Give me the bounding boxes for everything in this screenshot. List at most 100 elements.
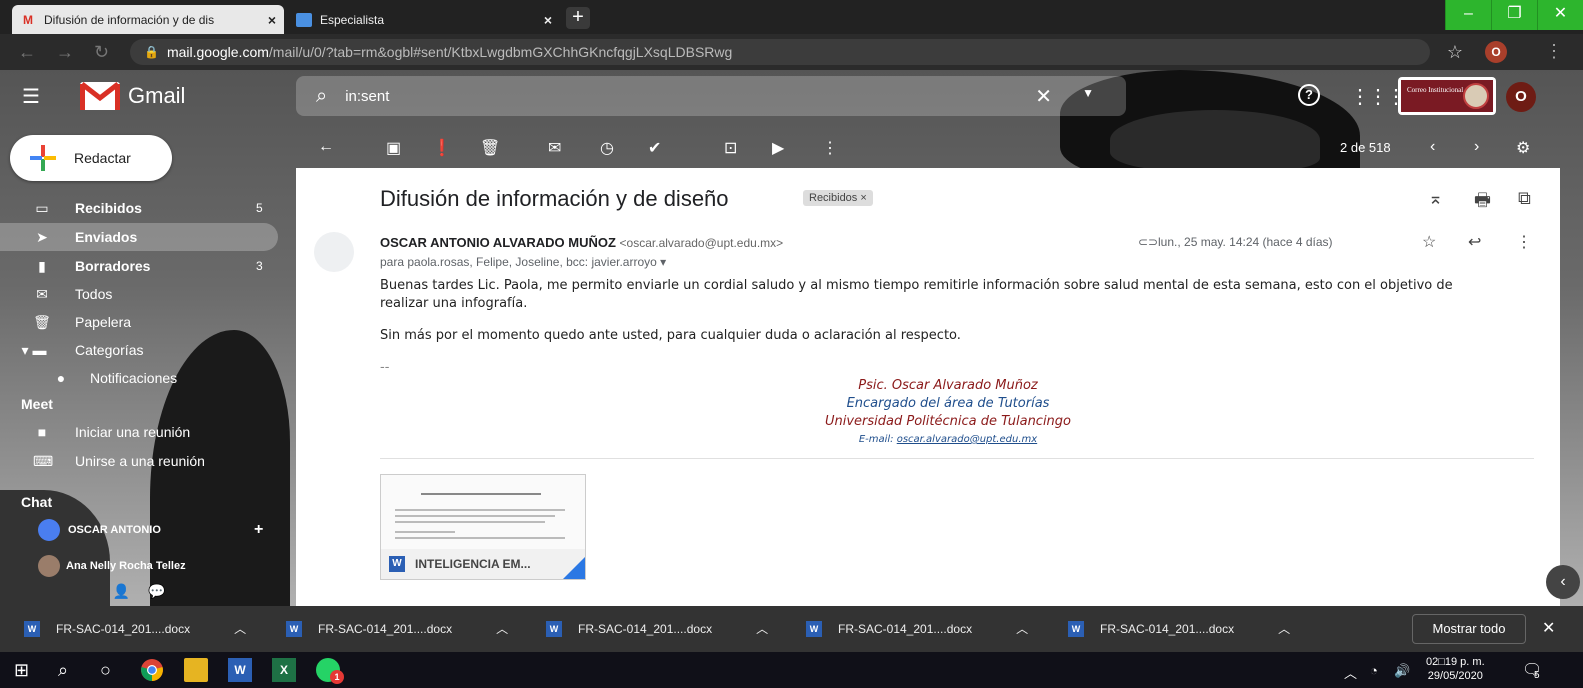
chat-bubble-icon[interactable]: 💬 [148, 583, 165, 600]
back-icon[interactable]: ← [18, 42, 36, 63]
apps-grid-icon[interactable]: ⋮⋮⋮ [1350, 84, 1406, 109]
older-icon[interactable]: › [1474, 138, 1479, 156]
close-icon[interactable]: × [544, 12, 552, 28]
chevron-up-icon[interactable]: ︿ [756, 620, 768, 637]
side-panel-toggle-icon[interactable]: ‹ [1546, 565, 1580, 599]
meet-join-meeting[interactable]: ⌨ Unirse a una reunión [0, 447, 278, 475]
sidebar-item-label: Recibidos [75, 200, 142, 216]
search-icon[interactable]: ⌕ [316, 85, 327, 108]
clear-search-icon[interactable]: ✕ [1035, 84, 1052, 109]
word-icon: W [389, 556, 405, 572]
open-new-window-icon[interactable]: ⧉ [1518, 188, 1531, 209]
doc-preview-line [395, 515, 555, 517]
download-item[interactable]: W FR-SAC-014_201....docx ︿ [286, 620, 508, 637]
reply-icon[interactable]: ↩ [1468, 232, 1481, 252]
help-icon[interactable]: ? [1298, 84, 1320, 106]
more-options-icon[interactable]: ⋮ [822, 138, 838, 158]
sidebar-item-label: Papelera [75, 314, 132, 330]
attachment-clip-icon: ⊂⊃ [1138, 235, 1159, 249]
message-menu-icon[interactable]: ⋮ [1516, 232, 1532, 252]
forward-icon[interactable]: → [56, 42, 74, 63]
windows-start-icon[interactable]: ⊞ [14, 660, 29, 681]
label-chip[interactable]: Recibidos × [803, 190, 873, 206]
chevron-up-icon[interactable]: ︿ [1278, 620, 1290, 637]
meet-start-meeting[interactable]: ■ Iniciar una reunión [0, 418, 278, 446]
compose-button[interactable]: Redactar [10, 135, 172, 181]
sidebar-item-notificaciones[interactable]: ● Notificaciones [0, 364, 278, 392]
sidebar-item-enviados[interactable]: ➤ Enviados [0, 223, 278, 251]
brand-text: Correo Institucional [1407, 86, 1464, 94]
search-input[interactable] [345, 87, 946, 105]
tab-especialista[interactable]: Especialista × [288, 5, 560, 34]
report-spam-icon[interactable]: ❗ [432, 138, 452, 158]
labels-icon[interactable]: ▶ [772, 138, 784, 158]
word-app-icon[interactable]: W [228, 658, 252, 682]
download-item[interactable]: W FR-SAC-014_201....docx ︿ [806, 620, 1028, 637]
close-download-shelf-icon[interactable]: ✕ [1542, 618, 1555, 638]
tab-gmail[interactable]: M Difusión de información y de dis × [12, 5, 284, 34]
volume-icon[interactable]: 🔊 [1394, 663, 1410, 679]
mail-icon: ✉ [36, 285, 48, 302]
file-explorer-icon[interactable] [184, 658, 208, 682]
account-avatar[interactable]: O [1506, 82, 1536, 112]
gmail-app: ☰ Gmail ⌕ ✕ ▼ ? ⋮⋮⋮ Correo Institucional… [0, 70, 1583, 606]
message-view: Difusión de información y de diseño Reci… [296, 168, 1560, 606]
sidebar-item-borradores[interactable]: ▮ Borradores 3 [0, 252, 278, 280]
sidebar-item-papelera[interactable]: 🗑 Papelera [0, 308, 278, 336]
chevron-up-icon[interactable]: ︿ [234, 620, 246, 637]
network-icon[interactable]: ◔ [1370, 663, 1378, 678]
back-to-list-icon[interactable]: ← [318, 138, 334, 156]
browser-profile-avatar[interactable]: O [1485, 41, 1507, 63]
signature-email-link[interactable]: oscar.alvarado@upt.edu.mx [897, 434, 1037, 445]
mark-unread-icon[interactable]: ✉ [548, 138, 561, 158]
settings-gear-icon[interactable]: ⚙ [1516, 138, 1530, 158]
new-tab-button[interactable]: + [566, 7, 590, 29]
search-icon[interactable]: ⌕ [58, 660, 68, 681]
institution-logo[interactable]: Correo Institucional [1398, 77, 1496, 115]
person-icon[interactable]: 👤 [113, 583, 130, 600]
excel-app-icon[interactable]: X [272, 658, 296, 682]
attachment-card[interactable]: W INTELIGENCIA EM... [380, 474, 586, 580]
print-icon[interactable]: 🖶 [1474, 188, 1491, 218]
close-icon[interactable]: × [268, 12, 276, 28]
whatsapp-icon[interactable]: 1 [316, 658, 344, 684]
tray-expand-icon[interactable]: ︿ [1344, 663, 1357, 682]
sidebar-item-categorias[interactable]: ▾ ▬ Categorías [0, 336, 278, 364]
move-to-icon[interactable]: ⊡ [724, 138, 737, 158]
system-clock[interactable]: 02□19 p. m. 29/05/2020 [1426, 655, 1485, 683]
collapse-all-icon[interactable]: ⌅ [1428, 188, 1443, 209]
url-input[interactable]: 🔒 mail.google.com /mail/u/0/?tab=rm&ogbl… [130, 39, 1430, 65]
chrome-icon[interactable] [140, 658, 164, 682]
search-options-icon[interactable]: ▼ [1082, 86, 1094, 100]
chevron-up-icon[interactable]: ︿ [1016, 620, 1028, 637]
archive-icon[interactable]: ▣ [386, 138, 401, 158]
add-chat-icon[interactable]: + [254, 521, 263, 539]
delete-icon[interactable]: 🗑 [480, 138, 500, 158]
newer-icon[interactable]: ‹ [1430, 138, 1435, 156]
add-task-icon[interactable]: ✔ [648, 138, 661, 158]
sidebar-item-recibidos[interactable]: ▭ Recibidos 5 [0, 194, 278, 222]
snooze-icon[interactable]: ◷ [600, 138, 614, 158]
notification-count: 5 [1534, 670, 1540, 681]
chevron-up-icon[interactable]: ︿ [496, 620, 508, 637]
main-menu-icon[interactable]: ☰ [22, 84, 40, 109]
restore-button[interactable]: ❐ [1491, 0, 1537, 30]
download-item[interactable]: W FR-SAC-014_201....docx ︿ [24, 620, 246, 637]
cortana-icon[interactable]: ○ [100, 660, 111, 681]
browser-menu-icon[interactable]: ⋮ [1545, 41, 1563, 62]
star-icon[interactable]: ☆ [1422, 232, 1436, 252]
bookmark-star-icon[interactable]: ☆ [1447, 42, 1463, 63]
show-all-downloads-button[interactable]: Mostrar todo [1412, 614, 1526, 644]
minimize-button[interactable]: – [1445, 0, 1491, 30]
download-item[interactable]: W FR-SAC-014_201....docx ︿ [1068, 620, 1290, 637]
chat-user-self[interactable]: OSCAR ANTONIO + [0, 516, 278, 544]
close-window-button[interactable]: ✕ [1537, 0, 1583, 30]
sidebar-item-todos[interactable]: ✉ Todos [0, 280, 278, 308]
download-item[interactable]: W FR-SAC-014_201....docx ︿ [546, 620, 768, 637]
seal-icon [1463, 83, 1489, 109]
gmail-icon: M [23, 12, 33, 27]
sidebar-item-label: Borradores [75, 258, 151, 274]
recipients[interactable]: para paola.rosas, Felipe, Joseline, bcc:… [380, 255, 666, 269]
tab-title: Especialista [320, 12, 385, 27]
reload-icon[interactable]: ↻ [94, 42, 109, 63]
